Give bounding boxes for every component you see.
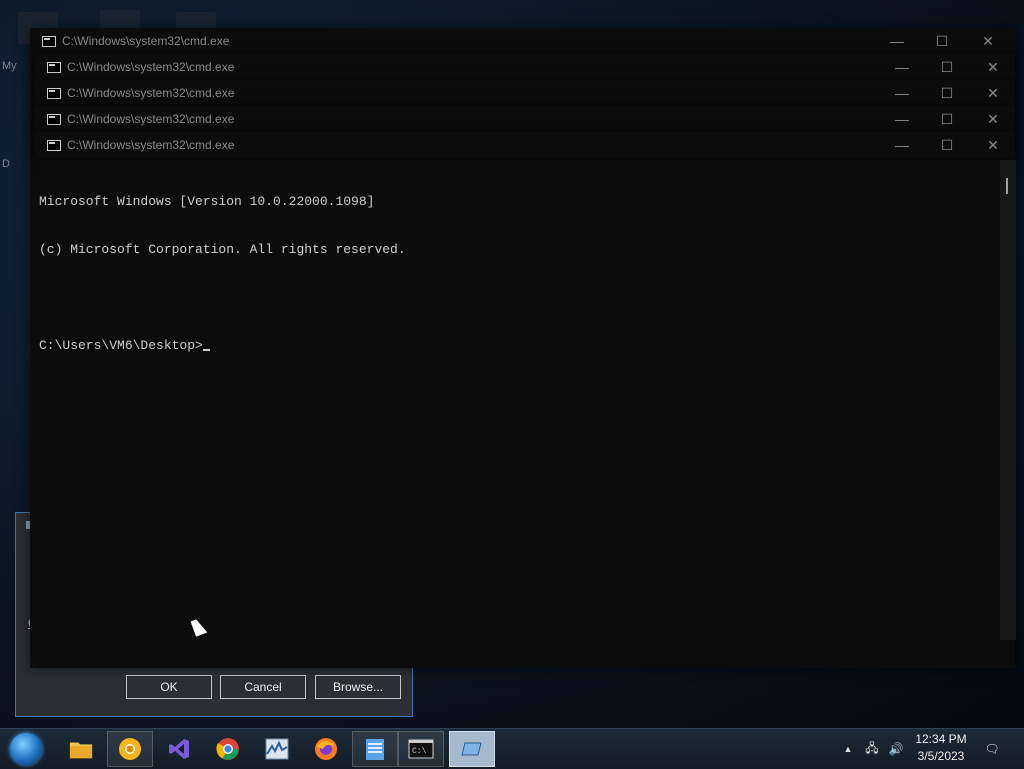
network-icon[interactable]: 🖧 [862,729,882,769]
cmd-window[interactable]: C:\Windows\system32\cmd.exe — ☐ ✕ [35,54,1015,80]
folder-icon [69,742,93,759]
desktop-label: D [2,158,10,170]
notifications-icon[interactable]: 🗨 [980,729,1004,769]
close-button[interactable]: ✕ [970,54,1016,80]
minimize-button[interactable]: — [879,54,925,80]
resource-monitor-icon [265,738,289,760]
title-bar[interactable]: C:\Windows\system32\cmd.exe — ☐ ✕ [35,106,1015,132]
taskbar-visual-studio[interactable] [156,731,202,767]
cmd-icon [47,113,61,125]
cmd-icon [47,61,61,73]
ok-button[interactable]: OK [126,675,212,699]
cmd-icon [42,35,56,47]
console-line: (c) Microsoft Corporation. All rights re… [39,242,406,257]
console-prompt: C:\Users\VM6\Desktop> [39,338,203,353]
window-title: C:\Windows\system32\cmd.exe [67,86,235,100]
notepad-icon [366,739,384,760]
vertical-scrollbar[interactable] [1000,160,1016,640]
desktop-label: My [2,60,17,72]
maximize-button[interactable]: ☐ [924,80,970,106]
windows-logo-icon [10,733,42,765]
window-title: C:\Windows\system32\cmd.exe [67,112,235,126]
system-clock[interactable]: 12:34 PM 3/5/2023 [900,731,982,767]
svg-text:C:\: C:\ [412,747,427,756]
close-button[interactable]: ✕ [970,80,1016,106]
close-button[interactable]: ✕ [965,28,1011,54]
cmd-window[interactable]: C:\Windows\system32\cmd.exe — ☐ ✕ [35,80,1015,106]
console-prompt-line: C:\Users\VM6\Desktop> [39,338,1000,354]
title-bar[interactable]: C:\Windows\system32\cmd.exe — ☐ ✕ [35,80,1015,106]
window-title: C:\Windows\system32\cmd.exe [67,138,235,152]
maximize-button[interactable]: ☐ [924,106,970,132]
taskbar-run[interactable] [449,731,495,767]
window-title: C:\Windows\system32\cmd.exe [67,60,235,74]
firefox-icon [315,738,337,760]
text-cursor [202,349,210,351]
console-line: Microsoft Windows [Version 10.0.22000.10… [39,194,375,209]
close-button[interactable]: ✕ [970,106,1016,132]
taskbar: C:\ ▲ 🖧 🔊 12:34 PM 3/5/2023 🗨 [0,728,1024,769]
cmd-window-active[interactable]: C:\Windows\system32\cmd.exe — ☐ ✕ [35,132,1015,158]
taskbar-command-prompt[interactable]: C:\ [398,731,444,767]
title-bar[interactable]: C:\Windows\system32\cmd.exe — ☐ ✕ [35,132,1015,158]
taskbar-chrome[interactable] [205,731,251,767]
title-bar[interactable]: C:\Windows\system32\cmd.exe — ☐ ✕ [30,28,1015,54]
taskbar-chrome-canary[interactable] [107,731,153,767]
maximize-button[interactable]: ☐ [924,132,970,158]
taskbar-notepad[interactable] [352,731,398,767]
cmd-icon [47,87,61,99]
maximize-button[interactable]: ☐ [924,54,970,80]
console-output[interactable]: Microsoft Windows [Version 10.0.22000.10… [38,160,1000,640]
minimize-button[interactable]: — [879,80,925,106]
maximize-button[interactable]: ☐ [919,28,965,54]
taskbar-firefox[interactable] [303,731,349,767]
visual-studio-icon [169,739,189,759]
clock-date: 3/5/2023 [917,749,965,763]
close-button[interactable]: ✕ [970,132,1016,158]
scrollbar-thumb[interactable] [1006,178,1008,194]
start-button[interactable] [6,731,46,767]
cancel-button[interactable]: Cancel [220,675,306,699]
cmd-window[interactable]: C:\Windows\system32\cmd.exe — ☐ ✕ [35,106,1015,132]
minimize-button[interactable]: — [879,132,925,158]
command-prompt-icon: C:\ [408,739,434,759]
cmd-icon [47,139,61,151]
minimize-button[interactable]: — [879,106,925,132]
taskbar-file-explorer[interactable] [58,731,104,767]
clock-time: 12:34 PM [915,732,967,746]
title-bar[interactable]: C:\Windows\system32\cmd.exe — ☐ ✕ [35,54,1015,80]
minimize-button[interactable]: — [874,28,920,54]
chrome-canary-icon [119,738,141,760]
window-title: C:\Windows\system32\cmd.exe [62,34,230,48]
browse-button[interactable]: Browse... [315,675,401,699]
taskbar-resource-monitor[interactable] [254,731,300,767]
run-icon [461,742,482,756]
show-hidden-icons-button[interactable]: ▲ [840,729,856,769]
chrome-icon [216,738,239,760]
